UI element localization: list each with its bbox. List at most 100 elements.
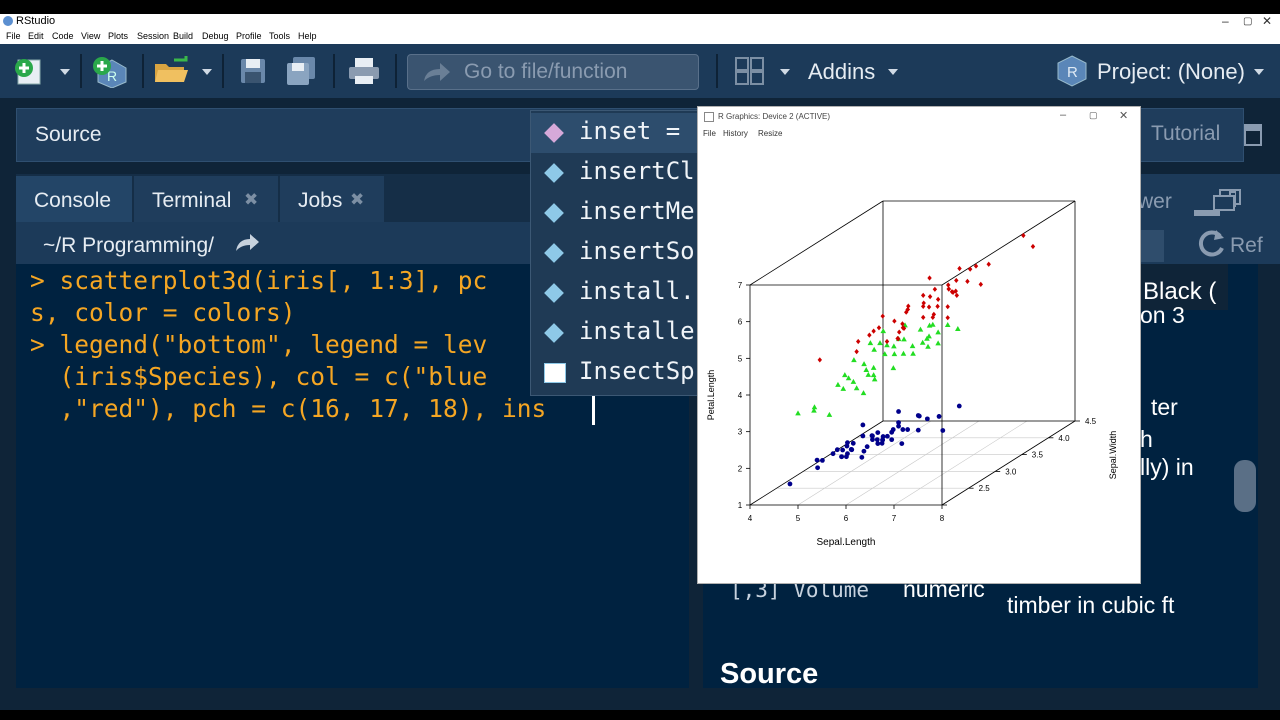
z-tick-label: 2 <box>738 464 743 473</box>
goto-directory-icon[interactable] <box>234 233 260 253</box>
data-point <box>884 338 890 345</box>
data-point <box>811 404 818 410</box>
data-point <box>880 328 887 334</box>
project-menu[interactable]: Project: (None) <box>1097 59 1245 85</box>
menu-tools[interactable]: Tools <box>269 31 290 41</box>
data-point <box>871 376 878 382</box>
menu-help[interactable]: Help <box>298 31 317 41</box>
console-line: > legend("bottom", legend = lev <box>30 330 488 359</box>
data-point <box>935 329 941 335</box>
tab-tutorial[interactable]: Tutorial <box>1151 122 1220 146</box>
tab-viewer[interactable]: wer <box>1138 190 1172 214</box>
data-point <box>844 443 850 449</box>
graphics-close-icon[interactable]: ✕ <box>1119 109 1128 122</box>
data-point <box>916 413 922 419</box>
autocomplete-item[interactable]: install. <box>531 273 701 313</box>
working-directory[interactable]: ~/R Programming/ <box>43 234 214 258</box>
autocomplete-item[interactable]: InsectSp <box>531 353 701 393</box>
data-point <box>905 427 911 432</box>
data-point <box>817 357 822 363</box>
console-line: > scatterplot3d(iris[, 1:3], pc <box>30 266 488 295</box>
menu-debug[interactable]: Debug <box>202 31 229 41</box>
y-axis-label: Sepal.Width <box>1108 431 1118 480</box>
autocomplete-item[interactable]: insertMe <box>531 193 701 233</box>
menu-edit[interactable]: Edit <box>28 31 44 41</box>
console-input-line[interactable]: ,"red"), pch = c(16, 17, 18), ins <box>30 394 547 423</box>
print-icon[interactable] <box>346 56 382 91</box>
pane-maximize-icon[interactable] <box>1243 121 1263 149</box>
help-scroll-thumb[interactable] <box>1234 460 1256 512</box>
data-point <box>885 433 890 439</box>
menu-profile[interactable]: Profile <box>236 31 262 41</box>
menu-file[interactable]: File <box>6 31 21 41</box>
tab-console[interactable]: Console <box>16 176 132 222</box>
pane-layout-icon[interactable] <box>734 56 766 91</box>
viewer-search-field[interactable] <box>1138 230 1164 262</box>
close-icon[interactable]: ✕ <box>1262 14 1272 28</box>
main-toolbar: R Go to file/function Addins R Project: … <box>0 44 1280 100</box>
refresh-label[interactable]: Ref <box>1230 234 1263 258</box>
autocomplete-item[interactable]: inset = <box>531 113 701 153</box>
data-point <box>935 340 941 346</box>
save-all-icon[interactable] <box>284 56 320 91</box>
close-jobs-icon[interactable]: ✖ <box>350 190 364 210</box>
goto-file-function-input[interactable]: Go to file/function <box>407 54 699 90</box>
data-point <box>854 349 859 355</box>
new-file-icon[interactable] <box>12 56 48 91</box>
autocomplete-item[interactable]: insertCl <box>531 153 701 193</box>
data-point <box>871 346 877 352</box>
open-dropdown-icon[interactable] <box>202 69 212 75</box>
goto-arrow-icon <box>424 63 450 81</box>
help-text-fragment: lly) in <box>1140 454 1194 480</box>
z-tick-label: 4 <box>738 391 743 400</box>
close-terminal-icon[interactable]: ✖ <box>244 190 258 210</box>
addins-menu[interactable]: Addins <box>808 59 875 85</box>
open-folder-icon[interactable] <box>152 56 192 91</box>
tab-console-label: Console <box>34 189 112 212</box>
data-point <box>861 448 867 454</box>
z-tick-label: 1 <box>738 501 743 510</box>
autocomplete-item[interactable]: insertSo <box>531 233 701 273</box>
data-point <box>890 365 897 371</box>
layout-dropdown-icon[interactable] <box>780 69 790 75</box>
maximize-icon[interactable]: ▢ <box>1243 16 1252 27</box>
data-point <box>877 340 883 346</box>
data-point <box>865 371 872 377</box>
menu-build[interactable]: Build <box>173 31 193 41</box>
menu-code[interactable]: Code <box>52 31 74 41</box>
autocomplete-popup[interactable]: inset = insertCl insertMe insertSo insta… <box>530 110 702 396</box>
data-point <box>954 292 959 298</box>
graphics-menu-file[interactable]: File <box>703 129 716 138</box>
new-project-icon[interactable]: R <box>90 54 134 93</box>
restore-pane-icon[interactable] <box>1212 188 1244 218</box>
r-graphics-window[interactable]: R Graphics: Device 2 (ACTIVE) – ▢ ✕ File… <box>697 106 1141 584</box>
graphics-maximize-icon[interactable]: ▢ <box>1089 110 1098 121</box>
minimize-icon[interactable]: – <box>1222 14 1229 28</box>
data-point <box>890 427 896 432</box>
data-point <box>930 321 936 327</box>
autocomplete-item[interactable]: installe <box>531 313 701 353</box>
graphics-minimize-icon[interactable]: – <box>1060 109 1066 121</box>
menu-plots[interactable]: Plots <box>108 31 128 41</box>
data-point <box>870 364 877 370</box>
z-tick-label: 6 <box>738 318 743 327</box>
help-text-fragment: ter <box>1151 394 1178 420</box>
project-dropdown-icon[interactable] <box>1254 69 1264 75</box>
graphics-menu-resize[interactable]: Resize <box>758 129 782 138</box>
menu-view[interactable]: View <box>81 31 100 41</box>
new-file-dropdown-icon[interactable] <box>60 69 70 75</box>
save-icon[interactable] <box>238 56 268 91</box>
x-tick-label: 8 <box>940 514 945 523</box>
addins-dropdown-icon[interactable] <box>888 69 898 75</box>
data-point <box>957 265 962 272</box>
data-point <box>945 315 950 321</box>
tab-jobs[interactable]: Jobs ✖ <box>280 176 384 222</box>
menu-session[interactable]: Session <box>137 31 169 41</box>
graphics-title: R Graphics: Device 2 (ACTIVE) <box>718 112 831 121</box>
data-point <box>880 313 885 319</box>
data-point <box>850 440 856 446</box>
refresh-icon[interactable] <box>1196 228 1226 260</box>
tab-terminal[interactable]: Terminal ✖ <box>134 176 278 222</box>
text-cursor <box>592 395 595 425</box>
graphics-menu-history[interactable]: History <box>723 129 748 138</box>
